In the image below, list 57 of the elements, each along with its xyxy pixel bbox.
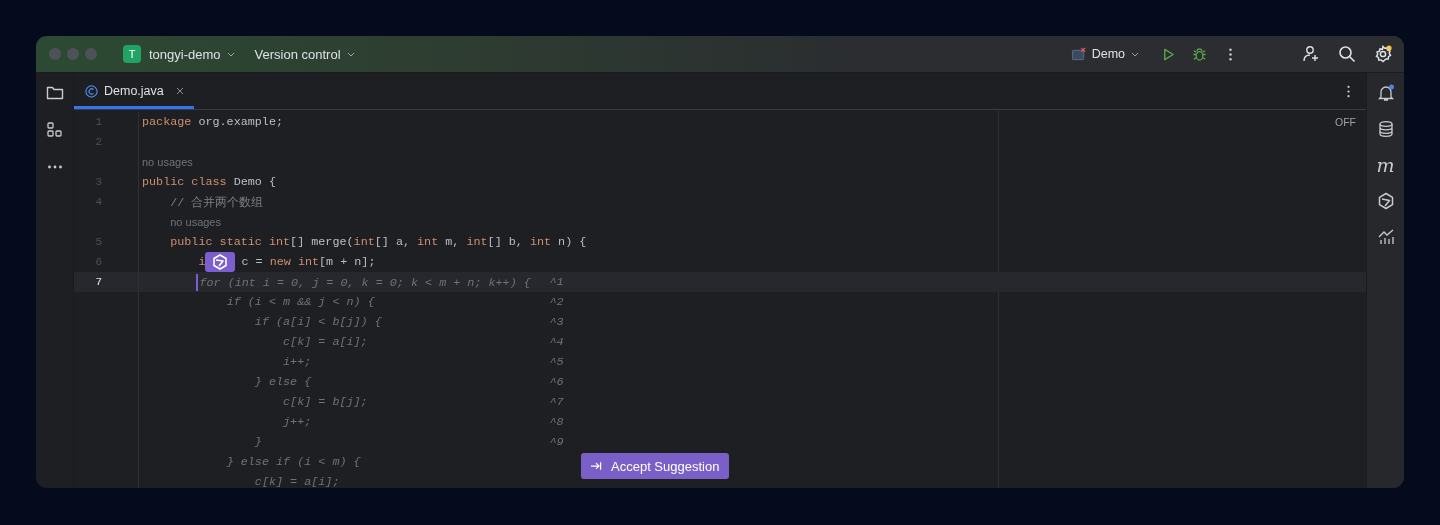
code-text: c = new int[m + n]; bbox=[241, 255, 376, 269]
assistant-icon[interactable] bbox=[1376, 192, 1395, 210]
code-text: // 合并两个数组 bbox=[170, 194, 264, 210]
suggestion-text: if (i < m && j < n) { bbox=[226, 295, 375, 309]
usages-hint[interactable]: no usages bbox=[170, 216, 221, 228]
run-icon[interactable] bbox=[1161, 46, 1176, 62]
chevron-down-icon bbox=[226, 51, 235, 57]
status-label: OFF bbox=[1335, 116, 1356, 128]
suggestion-text: i++; bbox=[283, 355, 312, 369]
suggestion-text: c[k] = a[i]; bbox=[254, 475, 340, 488]
line-number: 7 bbox=[95, 276, 102, 288]
suggestion-marker: ^6 bbox=[549, 375, 564, 389]
suggestion-marker: ^2 bbox=[549, 295, 564, 309]
maven-icon[interactable]: m bbox=[1376, 156, 1395, 174]
run-config-icon[interactable] bbox=[1070, 46, 1086, 62]
database-icon[interactable] bbox=[1376, 120, 1395, 138]
vcs-dropdown[interactable]: Version control bbox=[248, 46, 361, 62]
suggestion-text: for (int i = 0, j = 0, k = 0; k < m + n; k++) { bbox=[199, 275, 531, 290]
settings-icon[interactable] bbox=[1374, 45, 1392, 63]
suggestion-marker: ^3 bbox=[549, 315, 564, 329]
code-text: public class Demo { bbox=[142, 175, 276, 189]
suggestion-text: } bbox=[254, 435, 262, 449]
assistant-icon[interactable] bbox=[205, 252, 236, 272]
suggestion-text: j++; bbox=[283, 415, 312, 429]
suggestion-text: c[k] = a[i]; bbox=[283, 335, 368, 349]
project-dropdown[interactable]: tongyi-demo bbox=[143, 46, 241, 62]
suggestion-marker: ^8 bbox=[549, 415, 564, 429]
code-text: public static int[] merge(int[] a, int m, int[] b, int n) { bbox=[170, 235, 587, 249]
chevron-down-icon bbox=[346, 51, 355, 57]
suggestion-text: } else { bbox=[254, 375, 312, 389]
suggestion-text: c[k] = b[j]; bbox=[283, 395, 368, 409]
suggestion-marker: ^5 bbox=[549, 355, 564, 369]
notification-bell-icon[interactable] bbox=[1376, 84, 1395, 102]
run-config-dropdown[interactable]: Demo bbox=[1085, 47, 1145, 61]
structure-icon[interactable] bbox=[45, 121, 64, 139]
suggestion-text: } else if (i < m) { bbox=[226, 455, 361, 469]
close-icon[interactable] bbox=[175, 87, 184, 95]
chart-icon[interactable] bbox=[1376, 228, 1395, 246]
suggestion-text: if (a[i] < b[j]) { bbox=[254, 315, 382, 329]
code-text: package org.example; bbox=[142, 115, 284, 129]
suggestion-marker: ^4 bbox=[549, 335, 564, 349]
folder-icon[interactable] bbox=[45, 84, 64, 102]
suggestion-marker: ^1 bbox=[549, 275, 564, 289]
suggestion-marker: ^9 bbox=[549, 435, 564, 449]
editor-tab[interactable]: Demo.java bbox=[74, 73, 194, 109]
bug-icon[interactable] bbox=[1192, 46, 1207, 62]
text-caret bbox=[196, 273, 199, 291]
add-user-icon[interactable] bbox=[1302, 45, 1320, 63]
accept-suggestion-button[interactable]: Accept Suggestion bbox=[581, 453, 730, 479]
code-text: i bbox=[198, 255, 206, 269]
search-icon[interactable] bbox=[1338, 45, 1356, 63]
chevron-down-icon bbox=[1131, 51, 1139, 57]
suggestion-marker: ^7 bbox=[549, 395, 564, 409]
usages-hint[interactable]: no usages bbox=[142, 156, 193, 168]
arrow-to-bar-icon bbox=[590, 461, 602, 471]
project-badge: T bbox=[123, 45, 141, 63]
class-icon bbox=[85, 84, 98, 98]
